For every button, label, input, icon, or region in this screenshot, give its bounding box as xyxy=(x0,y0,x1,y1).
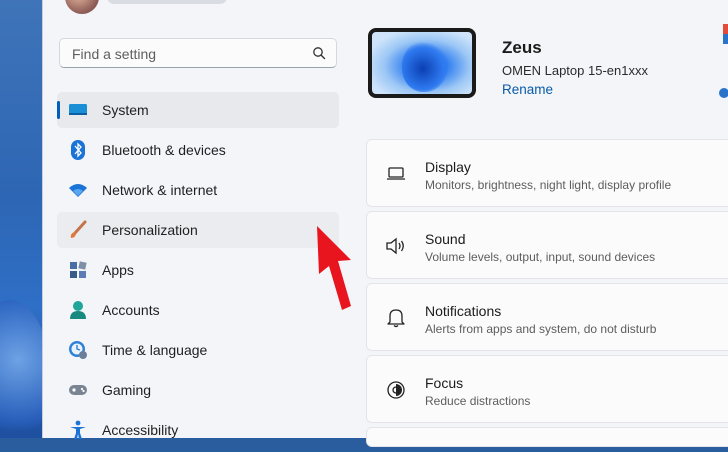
annotation-arrow-icon xyxy=(317,226,351,310)
sidebar-nav: System Bluetooth & devices Network & int… xyxy=(57,92,339,452)
sidebar-item-time-language[interactable]: Time & language xyxy=(57,332,339,368)
brush-icon xyxy=(68,220,88,240)
device-wallpaper xyxy=(372,32,472,94)
sidebar-item-label: Bluetooth & devices xyxy=(102,142,226,158)
settings-window: System Bluetooth & devices Network & int… xyxy=(42,0,728,447)
device-thumbnail xyxy=(368,28,476,98)
apps-icon xyxy=(68,260,88,280)
search-input[interactable] xyxy=(70,45,314,63)
focus-icon xyxy=(385,380,407,400)
search-icon[interactable] xyxy=(312,46,326,60)
rename-link[interactable]: Rename xyxy=(502,82,553,97)
sidebar-item-label: Network & internet xyxy=(102,182,218,198)
sidebar-item-label: System xyxy=(102,102,149,118)
sidebar-item-apps[interactable]: Apps xyxy=(57,252,339,288)
next-card[interactable] xyxy=(366,427,728,447)
selected-indicator xyxy=(57,101,60,119)
sidebar-item-label: Personalization xyxy=(102,222,198,238)
sidebar-item-label: Apps xyxy=(102,262,134,278)
sidebar-item-label: Accessibility xyxy=(102,422,179,438)
device-name: Zeus xyxy=(502,38,542,57)
sidebar-item-personalization[interactable]: Personalization xyxy=(57,212,339,248)
wifi-icon xyxy=(68,180,88,200)
sidebar-item-network[interactable]: Network & internet xyxy=(57,172,339,208)
card-subtitle: Reduce distractions xyxy=(425,394,531,408)
avatar[interactable] xyxy=(65,0,99,14)
gamepad-icon xyxy=(68,380,88,400)
display-card[interactable]: Display Monitors, brightness, night ligh… xyxy=(366,139,728,207)
card-subtitle: Monitors, brightness, night light, displ… xyxy=(425,178,672,192)
edge-status-icon xyxy=(719,88,728,98)
sidebar-item-label: Gaming xyxy=(102,382,152,398)
bluetooth-icon xyxy=(68,140,88,160)
search-box[interactable] xyxy=(59,38,337,68)
edge-icon xyxy=(723,24,728,44)
settings-cards: Display Monitors, brightness, night ligh… xyxy=(366,139,728,451)
sidebar-item-system[interactable]: System xyxy=(57,92,339,128)
sidebar-item-accessibility[interactable]: Accessibility xyxy=(57,412,339,448)
card-title: Sound xyxy=(425,231,466,247)
card-title: Display xyxy=(425,159,471,175)
card-title: Notifications xyxy=(425,303,502,319)
notifications-card[interactable]: Notifications Alerts from apps and syste… xyxy=(366,283,728,351)
sound-card[interactable]: Sound Volume levels, output, input, soun… xyxy=(366,211,728,279)
bell-icon xyxy=(385,308,407,328)
card-subtitle: Volume levels, output, input, sound devi… xyxy=(425,250,656,264)
bloom-graphic xyxy=(402,40,448,92)
speaker-icon xyxy=(385,236,407,256)
time-language-icon xyxy=(68,340,88,360)
system-icon xyxy=(68,100,88,120)
card-subtitle: Alerts from apps and system, do not dist… xyxy=(425,322,657,336)
accounts-icon xyxy=(68,300,88,320)
device-model: OMEN Laptop 15-en1xxx xyxy=(502,63,648,78)
sidebar-item-accounts[interactable]: Accounts xyxy=(57,292,339,328)
card-title: Focus xyxy=(425,375,464,391)
sidebar-item-bluetooth[interactable]: Bluetooth & devices xyxy=(57,132,339,168)
sidebar-item-gaming[interactable]: Gaming xyxy=(57,372,339,408)
sidebar-item-label: Time & language xyxy=(102,342,208,358)
desktop-background xyxy=(0,0,50,450)
user-name-placeholder xyxy=(107,0,227,4)
accessibility-icon xyxy=(68,420,88,440)
display-icon xyxy=(385,164,407,184)
sidebar-item-label: Accounts xyxy=(102,302,160,318)
focus-card[interactable]: Focus Reduce distractions xyxy=(366,355,728,423)
